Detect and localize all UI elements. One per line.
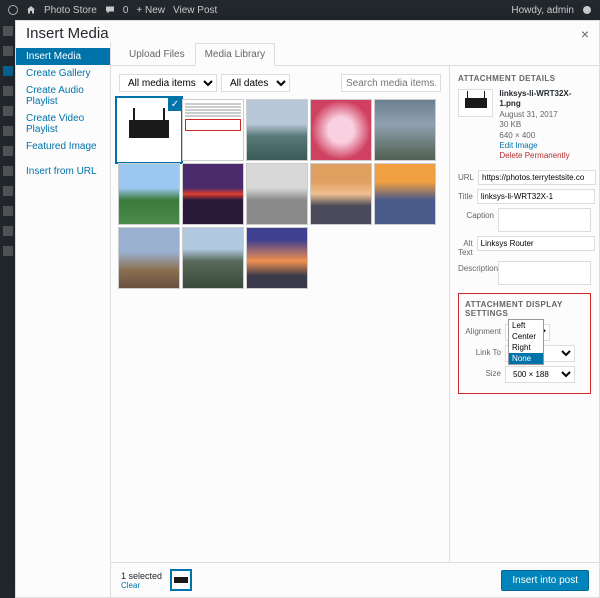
selected-count: 1 selected [121, 571, 162, 581]
sidebar-icon[interactable] [3, 226, 13, 236]
caption-label: Caption [458, 208, 494, 220]
desc-label: Description [458, 261, 494, 273]
sidebar-icon[interactable] [3, 86, 13, 96]
modal-title: Insert Media [26, 25, 109, 42]
alignment-label: Alignment [465, 324, 501, 336]
media-thumb[interactable] [119, 100, 179, 160]
sidebar-icon[interactable] [3, 206, 13, 216]
media-thumb[interactable] [183, 164, 243, 224]
admin-sidebar [0, 20, 15, 598]
site-name[interactable]: Photo Store [44, 5, 97, 16]
tab-media-library[interactable]: Media Library [195, 43, 276, 66]
display-settings-heading: ATTACHMENT DISPLAY SETTINGS [465, 300, 584, 318]
alt-field[interactable] [477, 236, 595, 251]
linkto-label: Link To [465, 345, 501, 357]
search-input[interactable] [341, 74, 441, 92]
sidebar-icon[interactable] [3, 26, 13, 36]
modal-footer: 1 selected Clear Insert into post [111, 562, 599, 597]
attachment-details-heading: ATTACHMENT DETAILS [458, 74, 591, 83]
sidebar-icon[interactable] [3, 46, 13, 56]
check-icon [168, 97, 182, 111]
sidebar-icon[interactable] [3, 106, 13, 116]
wp-logo-icon[interactable] [8, 5, 18, 15]
view-post-link[interactable]: View Post [173, 5, 217, 16]
sidebar-icon[interactable] [3, 126, 13, 136]
media-thumb[interactable] [311, 100, 371, 160]
dropdown-option[interactable]: Left [509, 320, 543, 331]
caption-field[interactable] [498, 208, 591, 232]
media-thumb[interactable] [375, 100, 435, 160]
edit-image-link[interactable]: Edit Image [499, 141, 591, 151]
media-thumb[interactable] [119, 164, 179, 224]
media-grid-area: All media items All dates [111, 66, 449, 562]
media-modal: Insert Media × Insert Media Create Galle… [15, 20, 600, 598]
media-thumb[interactable] [183, 100, 243, 160]
menu-create-gallery[interactable]: Create Gallery [16, 65, 110, 82]
howdy-text[interactable]: Howdy, admin [511, 5, 574, 16]
selected-thumb[interactable] [170, 569, 192, 591]
desc-field[interactable] [498, 261, 591, 285]
menu-featured-image[interactable]: Featured Image [16, 138, 110, 155]
title-field[interactable] [477, 189, 595, 204]
media-thumb[interactable] [183, 228, 243, 288]
sidebar-icon[interactable] [3, 166, 13, 176]
attachment-size: 30 KB [499, 120, 591, 130]
dropdown-option[interactable]: Center [509, 331, 543, 342]
tab-upload-files[interactable]: Upload Files [119, 43, 195, 66]
avatar-icon[interactable] [582, 5, 592, 15]
dropdown-option[interactable]: None [509, 353, 543, 364]
menu-insert-url[interactable]: Insert from URL [16, 163, 110, 180]
sidebar-icon[interactable] [3, 186, 13, 196]
sidebar-icon[interactable] [3, 66, 13, 76]
comment-icon[interactable] [105, 5, 115, 15]
alignment-dropdown: Left Center Right None [508, 319, 544, 365]
media-thumb[interactable] [311, 164, 371, 224]
size-label: Size [465, 366, 501, 378]
insert-button[interactable]: Insert into post [501, 570, 589, 591]
media-thumb[interactable] [119, 228, 179, 288]
close-button[interactable]: × [581, 26, 589, 42]
display-settings: ATTACHMENT DISPLAY SETTINGS Alignment Non… [458, 293, 591, 394]
sidebar-icon[interactable] [3, 246, 13, 256]
media-thumb[interactable] [247, 228, 307, 288]
tabs: Upload Files Media Library [111, 42, 599, 66]
menu-create-video[interactable]: Create Video Playlist [16, 110, 110, 138]
filter-date-select[interactable]: All dates [221, 74, 290, 92]
home-icon[interactable] [26, 5, 36, 15]
attachment-filename: linksys-li-WRT32X-1.png [499, 89, 591, 110]
filter-type-select[interactable]: All media items [119, 74, 217, 92]
dropdown-option[interactable]: Right [509, 342, 543, 353]
alt-label: Alt Text [458, 236, 473, 257]
attachment-preview [458, 89, 493, 117]
details-panel: ATTACHMENT DETAILS linksys-li-WRT32X-1.p… [449, 66, 599, 562]
admin-bar: Photo Store 0 + New View Post Howdy, adm… [0, 0, 600, 20]
menu-create-audio[interactable]: Create Audio Playlist [16, 82, 110, 110]
delete-link[interactable]: Delete Permanently [499, 151, 591, 161]
media-menu: Insert Media Create Gallery Create Audio… [16, 42, 111, 597]
new-link[interactable]: + New [136, 5, 165, 16]
clear-link[interactable]: Clear [121, 581, 162, 590]
url-label: URL [458, 170, 474, 182]
title-label: Title [458, 189, 473, 201]
attachment-dims: 640 × 400 [499, 131, 591, 141]
sidebar-icon[interactable] [3, 146, 13, 156]
menu-insert-media[interactable]: Insert Media [16, 48, 110, 65]
media-thumb[interactable] [247, 164, 307, 224]
media-thumb[interactable] [247, 100, 307, 160]
comment-count[interactable]: 0 [123, 5, 129, 16]
size-select[interactable]: 500 × 188 [505, 366, 575, 383]
media-thumb[interactable] [375, 164, 435, 224]
attachment-date: August 31, 2017 [499, 110, 591, 120]
url-field[interactable] [478, 170, 596, 185]
